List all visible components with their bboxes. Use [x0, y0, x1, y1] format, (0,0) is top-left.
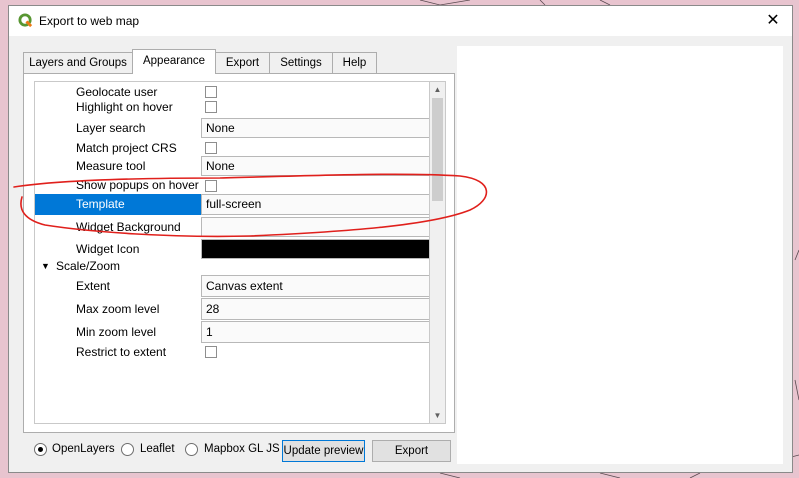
max-zoom-select[interactable]: 28 — [201, 298, 429, 320]
highlight-on-hover-row: Highlight on hover — [35, 100, 429, 114]
restrict-to-extent-label: Restrict to extent — [76, 345, 167, 359]
extent-label: Extent — [76, 279, 111, 293]
geolocate-user-label: Geolocate user — [76, 85, 158, 99]
measure-tool-select[interactable]: None — [201, 156, 429, 176]
appearance-settings-tree: Geolocate user Highlight on hover Layer … — [34, 81, 430, 424]
measure-tool-label: Measure tool — [76, 159, 146, 173]
export-web-map-dialog: Export to web map ✕ Layers and Groups Ap… — [8, 5, 793, 473]
extent-row: Extent Canvas extent — [35, 275, 429, 297]
layer-search-row: Layer search None — [35, 118, 429, 138]
collapse-arrow-icon[interactable]: ▼ — [41, 261, 50, 271]
openlayers-radio[interactable] — [34, 443, 47, 456]
openlayers-label[interactable]: OpenLayers — [52, 443, 115, 455]
tab-help[interactable]: Help — [332, 52, 377, 73]
show-popups-on-hover-checkbox[interactable] — [205, 180, 217, 192]
match-project-crs-row: Match project CRS — [35, 141, 429, 155]
geolocate-user-checkbox[interactable] — [205, 86, 217, 98]
title-bar: Export to web map ✕ — [9, 6, 792, 36]
scale-zoom-group-row[interactable]: ▼ Scale/Zoom — [35, 259, 429, 273]
leaflet-label[interactable]: Leaflet — [140, 443, 175, 455]
template-row[interactable]: Template full-screen — [35, 194, 429, 215]
close-icon[interactable]: ✕ — [754, 6, 792, 36]
max-zoom-label: Max zoom level — [76, 302, 160, 316]
min-zoom-select[interactable]: 1 — [201, 321, 429, 343]
widget-background-row: Widget Background — [35, 217, 429, 237]
scale-zoom-group-label: Scale/Zoom — [56, 259, 121, 273]
mapbox-gl-js-label[interactable]: Mapbox GL JS — [204, 443, 280, 455]
widget-background-color-button[interactable] — [201, 217, 429, 237]
match-project-crs-label: Match project CRS — [76, 141, 177, 155]
measure-tool-row: Measure tool None — [35, 156, 429, 176]
match-project-crs-checkbox[interactable] — [205, 142, 217, 154]
tab-appearance[interactable]: Appearance — [132, 49, 216, 74]
layer-search-label: Layer search — [76, 121, 146, 135]
widget-icon-row: Widget Icon — [35, 239, 429, 259]
vertical-scrollbar[interactable]: ▲ ▼ — [430, 81, 446, 424]
restrict-to-extent-checkbox[interactable] — [205, 346, 217, 358]
show-popups-on-hover-label: Show popups on hover — [76, 178, 199, 192]
tab-layers-and-groups[interactable]: Layers and Groups — [23, 52, 133, 73]
min-zoom-row: Min zoom level 1 — [35, 321, 429, 343]
leaflet-radio[interactable] — [121, 443, 134, 456]
map-preview[interactable] — [457, 46, 783, 464]
appearance-panel: Geolocate user Highlight on hover Layer … — [23, 73, 455, 433]
widget-icon-color-button[interactable] — [201, 239, 429, 259]
template-select[interactable]: full-screen — [201, 194, 429, 215]
max-zoom-row: Max zoom level 28 — [35, 298, 429, 320]
show-popups-on-hover-row: Show popups on hover — [35, 178, 429, 193]
scroll-up-icon[interactable]: ▲ — [430, 82, 445, 97]
update-preview-button[interactable]: Update preview — [282, 440, 365, 462]
widget-background-label: Widget Background — [76, 220, 181, 234]
highlight-on-hover-checkbox[interactable] — [205, 101, 217, 113]
mapbox-gl-js-radio[interactable] — [185, 443, 198, 456]
extent-select[interactable]: Canvas extent — [201, 275, 429, 297]
scrollbar-thumb[interactable] — [432, 98, 443, 201]
template-label: Template — [76, 197, 125, 211]
qgis-logo-icon — [18, 13, 33, 28]
bottom-controls: OpenLayers Leaflet Mapbox GL JS Update p… — [23, 440, 455, 464]
restrict-to-extent-row: Restrict to extent — [35, 345, 429, 359]
geolocate-user-row: Geolocate user — [35, 85, 429, 99]
tab-settings[interactable]: Settings — [269, 52, 333, 73]
layer-search-select[interactable]: None — [201, 118, 429, 138]
export-button[interactable]: Export — [372, 440, 451, 462]
widget-icon-label: Widget Icon — [76, 242, 140, 256]
highlight-on-hover-label: Highlight on hover — [76, 100, 173, 114]
window-title: Export to web map — [39, 14, 140, 28]
tab-export[interactable]: Export — [215, 52, 270, 73]
scroll-down-icon[interactable]: ▼ — [430, 408, 445, 423]
min-zoom-label: Min zoom level — [76, 325, 157, 339]
